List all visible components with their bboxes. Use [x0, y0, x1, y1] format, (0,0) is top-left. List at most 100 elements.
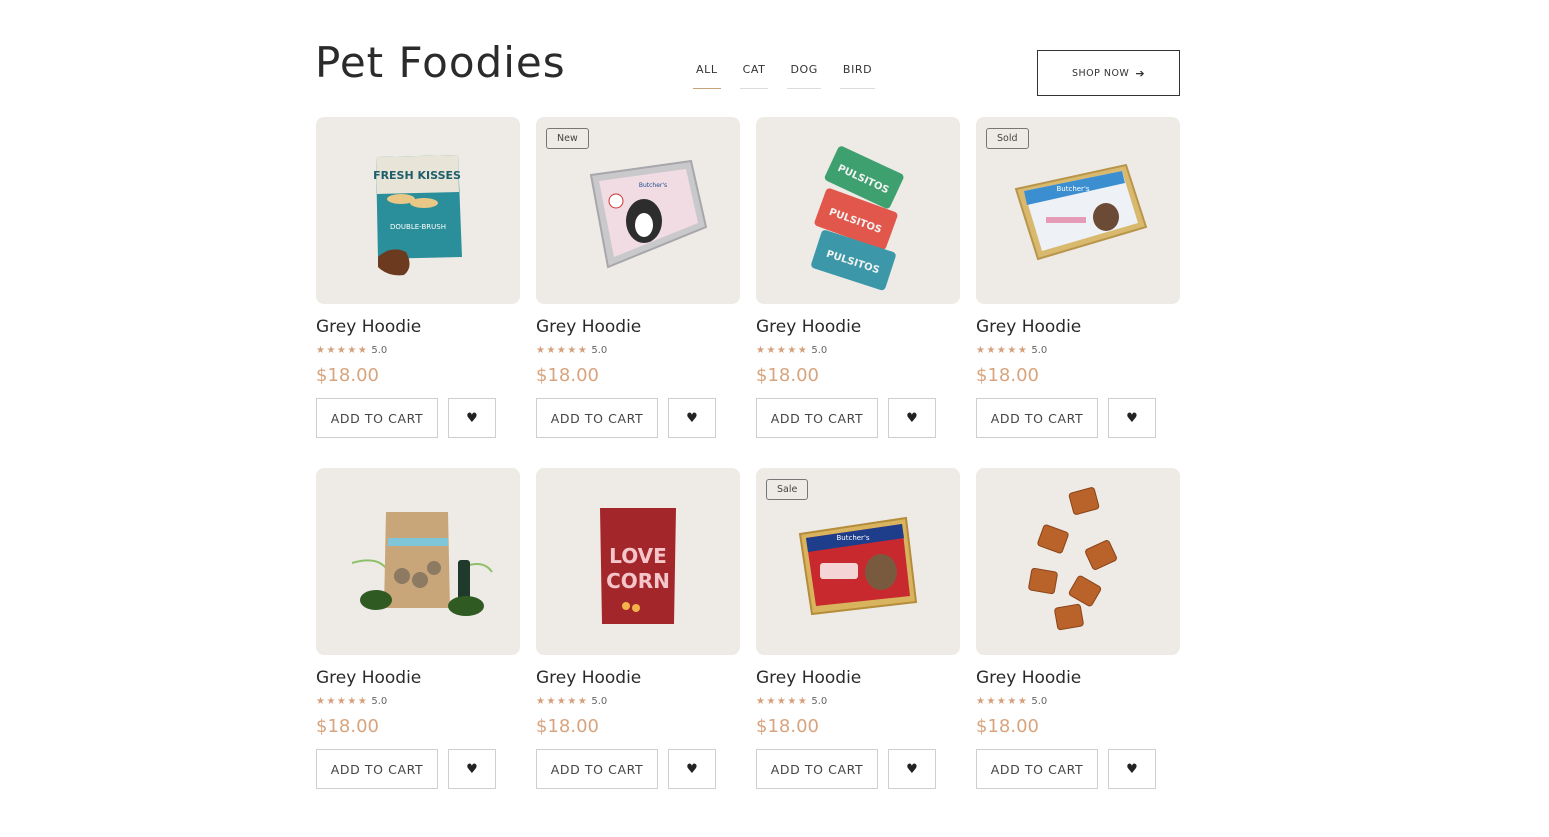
product-image[interactable]: FRESH KISSES DOUBLE-BRUSH [316, 117, 520, 304]
category-filter-tabs: ALL CAT DOG BIRD [693, 63, 894, 89]
add-to-cart-button[interactable]: ADD TO CART [976, 749, 1098, 789]
heart-icon: ♥ [686, 410, 698, 426]
rating-score: 5.0 [371, 345, 388, 356]
heart-icon: ♥ [686, 761, 698, 777]
butchers-chunks-image [1028, 487, 1117, 631]
product-image[interactable]: PULSITOS PULSITOS PULSITOS [756, 117, 960, 304]
product-card: FRESH KISSES DOUBLE-BRUSH Grey Hoodie ★★… [316, 117, 520, 438]
product-card: Butcher's Sold Grey Hoodie ★★★★★ 5.0 $18… [976, 117, 1180, 438]
product-name[interactable]: Grey Hoodie [316, 668, 421, 688]
product-card: LOVE CORN Grey Hoodie ★★★★★ 5.0 $18.00 A… [536, 468, 740, 789]
bag-text-love: LOVE [609, 544, 667, 568]
bag-text-corn: CORN [606, 569, 670, 593]
add-to-cart-button[interactable]: ADD TO CART [756, 749, 878, 789]
star-icons: ★★★★★ [316, 696, 369, 707]
status-badge: Sale [766, 479, 809, 500]
star-icons: ★★★★★ [976, 345, 1029, 356]
product-name[interactable]: Grey Hoodie [756, 668, 861, 688]
product-name[interactable]: Grey Hoodie [316, 317, 421, 337]
product-card: PULSITOS PULSITOS PULSITOS Grey Hoodie ★… [756, 117, 960, 438]
star-icons: ★★★★★ [756, 345, 809, 356]
rating-score: 5.0 [811, 696, 828, 707]
wishlist-button[interactable]: ♥ [448, 398, 496, 438]
star-icons: ★★★★★ [976, 696, 1029, 707]
product-rating: ★★★★★ 5.0 [756, 345, 827, 356]
product-card: Butcher's Sale Grey Hoodie ★★★★★ 5.0 $18… [756, 468, 960, 789]
kraft-treat-bag-image [351, 512, 493, 616]
heart-icon: ♥ [906, 410, 918, 426]
product-image[interactable] [316, 468, 520, 655]
product-rating: ★★★★★ 5.0 [976, 345, 1047, 356]
rating-score: 5.0 [1031, 345, 1048, 356]
product-price: $18.00 [756, 365, 819, 386]
product-image[interactable]: LOVE CORN [536, 468, 740, 655]
product-rating: ★★★★★ 5.0 [316, 696, 387, 707]
product-name[interactable]: Grey Hoodie [976, 317, 1081, 337]
product-name[interactable]: Grey Hoodie [976, 668, 1081, 688]
product-image[interactable]: Butcher's Sold [976, 117, 1180, 304]
product-name[interactable]: Grey Hoodie [536, 317, 641, 337]
product-price: $18.00 [316, 365, 379, 386]
bag-sub-text: DOUBLE-BRUSH [390, 223, 446, 231]
add-to-cart-button[interactable]: ADD TO CART [976, 398, 1098, 438]
add-to-cart-button[interactable]: ADD TO CART [536, 749, 658, 789]
star-icons: ★★★★★ [316, 345, 369, 356]
heart-icon: ♥ [466, 410, 478, 426]
product-card: Butcher's New Grey Hoodie ★★★★★ 5.0 $18.… [536, 117, 740, 438]
pulsitos-packs-image: PULSITOS PULSITOS PULSITOS [811, 146, 904, 291]
product-image[interactable]: Butcher's Sale [756, 468, 960, 655]
love-corn-bag-image: LOVE CORN [600, 508, 676, 624]
add-to-cart-button[interactable]: ADD TO CART [316, 398, 438, 438]
product-name[interactable]: Grey Hoodie [536, 668, 641, 688]
fresh-kisses-treat-bag-image: FRESH KISSES DOUBLE-BRUSH [373, 155, 462, 276]
add-to-cart-button[interactable]: ADD TO CART [316, 749, 438, 789]
rating-score: 5.0 [371, 696, 388, 707]
product-price: $18.00 [976, 365, 1039, 386]
add-to-cart-button[interactable]: ADD TO CART [536, 398, 658, 438]
wishlist-button[interactable]: ♥ [1108, 749, 1156, 789]
add-to-cart-button[interactable]: ADD TO CART [756, 398, 878, 438]
tab-all[interactable]: ALL [693, 63, 721, 89]
page-title: Pet Foodies [315, 38, 566, 87]
status-badge: New [546, 128, 589, 149]
tab-dog[interactable]: DOG [787, 63, 821, 89]
wishlist-button[interactable]: ♥ [448, 749, 496, 789]
tray-brand-text: Butcher's [639, 182, 667, 189]
product-rating: ★★★★★ 5.0 [536, 345, 607, 356]
wishlist-button[interactable]: ♥ [668, 749, 716, 789]
product-price: $18.00 [756, 716, 819, 737]
tab-bird[interactable]: BIRD [839, 63, 876, 89]
shop-now-label: SHOP NOW [1071, 67, 1130, 79]
status-badge: Sold [986, 128, 1029, 149]
star-icons: ★★★★★ [756, 696, 809, 707]
rating-score: 5.0 [591, 345, 608, 356]
rating-score: 5.0 [591, 696, 608, 707]
product-image[interactable]: Butcher's New [536, 117, 740, 304]
product-price: $18.00 [316, 716, 379, 737]
wishlist-button[interactable]: ♥ [888, 398, 936, 438]
product-price: $18.00 [536, 365, 599, 386]
product-rating: ★★★★★ 5.0 [536, 696, 607, 707]
tray-brand-text: Butcher's [1056, 185, 1089, 193]
wishlist-button[interactable]: ♥ [668, 398, 716, 438]
product-name[interactable]: Grey Hoodie [756, 317, 861, 337]
bag-brand-text: FRESH KISSES [373, 169, 461, 182]
wishlist-button[interactable]: ♥ [1108, 398, 1156, 438]
product-card: Grey Hoodie ★★★★★ 5.0 $18.00 ADD TO CART… [316, 468, 520, 789]
product-price: $18.00 [976, 716, 1039, 737]
product-grid: FRESH KISSES DOUBLE-BRUSH Grey Hoodie ★★… [316, 117, 1180, 789]
star-icons: ★★★★★ [536, 696, 589, 707]
tab-cat[interactable]: CAT [739, 63, 769, 89]
star-icons: ★★★★★ [536, 345, 589, 356]
heart-icon: ♥ [906, 761, 918, 777]
product-card: Grey Hoodie ★★★★★ 5.0 $18.00 ADD TO CART… [976, 468, 1180, 789]
heart-icon: ♥ [466, 761, 478, 777]
rating-score: 5.0 [811, 345, 828, 356]
wishlist-button[interactable]: ♥ [888, 749, 936, 789]
shop-now-button[interactable]: SHOP NOW ➔ [1037, 50, 1180, 96]
product-rating: ★★★★★ 5.0 [316, 345, 387, 356]
tray-brand-text: Butcher's [836, 534, 869, 542]
heart-icon: ♥ [1126, 761, 1138, 777]
product-image[interactable] [976, 468, 1180, 655]
arrow-right-icon: ➔ [1135, 66, 1146, 80]
